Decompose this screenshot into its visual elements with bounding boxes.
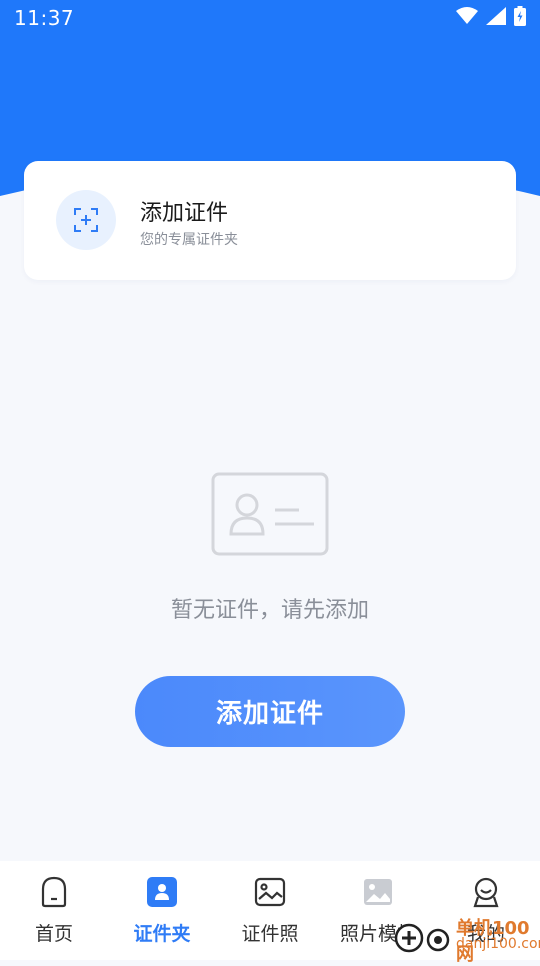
card-title: 添加证件 xyxy=(140,201,229,226)
tab-home[interactable]: 首页 xyxy=(0,861,108,960)
empty-state-message: 暂无证件，请先添加 xyxy=(170,598,369,623)
image-template-icon xyxy=(361,875,395,909)
tab-id-photo-label: 证件照 xyxy=(241,923,299,945)
tab-id-folder-label: 证件夹 xyxy=(133,923,191,945)
status-icons xyxy=(456,6,526,30)
battery-icon xyxy=(514,6,526,30)
tab-id-photo[interactable]: 证件照 xyxy=(216,861,324,960)
tab-home-label: 首页 xyxy=(34,923,73,945)
watermark-url: danji100.com xyxy=(456,936,540,952)
add-document-card[interactable]: 添加证件 您的专属证件夹 xyxy=(24,161,516,280)
wifi-icon xyxy=(456,7,478,29)
home-icon xyxy=(37,875,71,909)
id-folder-icon xyxy=(145,875,179,909)
card-subtitle: 您的专属证件夹 xyxy=(140,232,238,248)
scan-add-icon xyxy=(56,190,116,250)
status-bar: 11:37 xyxy=(0,0,540,36)
site-watermark: 单机100网 danji100.com xyxy=(394,912,540,965)
profile-icon xyxy=(469,875,503,909)
status-time: 11:37 xyxy=(14,6,75,30)
tab-id-folder[interactable]: 证件夹 xyxy=(108,861,216,960)
signal-icon xyxy=(486,7,506,29)
id-card-icon xyxy=(211,472,329,556)
watermark-logo-icon xyxy=(394,923,450,953)
add-document-button[interactable]: 添加证件 xyxy=(135,676,405,747)
photo-icon xyxy=(253,875,287,909)
